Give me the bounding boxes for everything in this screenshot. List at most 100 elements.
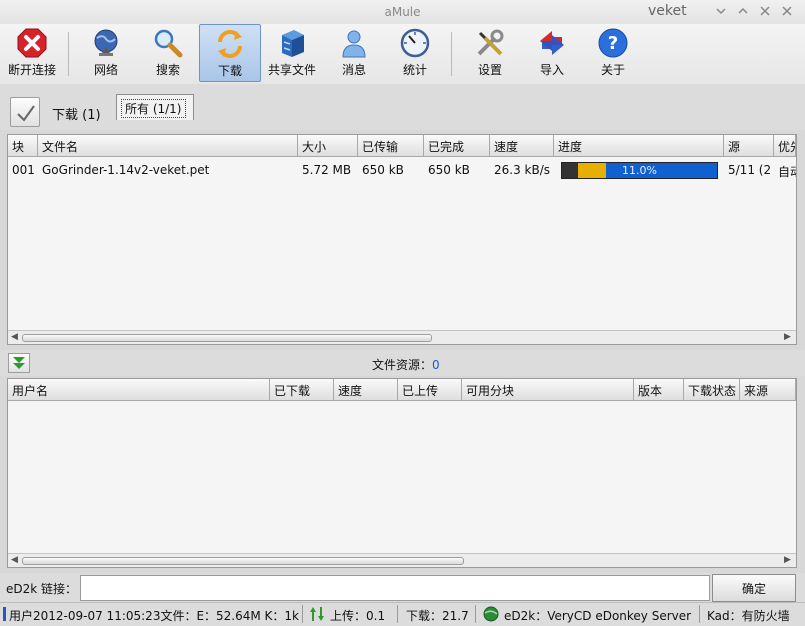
- col-completed[interactable]: 已完成: [424, 135, 490, 157]
- toolbar-about-button[interactable]: ? 关于: [583, 24, 643, 82]
- toolbar-label: 关于: [600, 63, 625, 77]
- server-globe-icon: [483, 606, 499, 625]
- downloads-scroll-thumb[interactable]: [22, 334, 432, 342]
- col-filename[interactable]: 文件名: [38, 135, 298, 157]
- toolbar-network-button[interactable]: 网络: [76, 24, 136, 82]
- sources-bar: 文件资源：0: [0, 350, 805, 376]
- col-download-state[interactable]: 下载状态: [684, 379, 740, 401]
- col-progress[interactable]: 进度: [554, 135, 724, 157]
- downloads-count-label: 下载 (1): [52, 108, 101, 123]
- minimize-button[interactable]: [716, 5, 726, 19]
- svg-text:?: ?: [608, 33, 618, 54]
- col-available-parts[interactable]: 可用分块: [462, 379, 634, 401]
- messages-person-icon: [342, 30, 366, 58]
- col-speed[interactable]: 速度: [490, 135, 554, 157]
- scroll-right-icon[interactable]: ▶: [784, 555, 791, 565]
- tab-all[interactable]: 所有 (1/1): [116, 94, 194, 120]
- sources-label: 文件资源：0: [372, 358, 440, 372]
- cell-sources: 5/11 (2: [728, 163, 772, 177]
- status-upload: 上传：0.1: [330, 609, 386, 623]
- toolbar-search-button[interactable]: 搜索: [138, 24, 198, 82]
- restore-icon: [738, 7, 748, 14]
- status-server[interactable]: eD2k：VeryCD eDonkey Server: [504, 607, 691, 624]
- status-download: 下载：21.7: [406, 609, 469, 623]
- col-transferred[interactable]: 已传输: [358, 135, 424, 157]
- cell-completed: 650 kB: [428, 163, 470, 177]
- cell-priority: 自动: [778, 165, 796, 179]
- main-toolbar: 断开连接 网络 搜索 下载 共享文件 消息 统计 设置 导入 ? 关于: [0, 24, 805, 84]
- toolbar-settings-button[interactable]: 设置: [459, 24, 521, 82]
- scroll-left-icon[interactable]: ◀: [11, 555, 18, 565]
- status-divider: [302, 605, 303, 623]
- toolbar-label: 设置: [477, 63, 502, 77]
- col-origin[interactable]: 来源: [740, 379, 796, 401]
- download-row[interactable]: 001 GoGrinder-1.14v2-veket.pet 5.72 MB 6…: [8, 160, 796, 180]
- col-version[interactable]: 版本: [634, 379, 684, 401]
- about-question-icon: ?: [598, 28, 628, 58]
- col-source-speed[interactable]: 速度: [334, 379, 398, 401]
- network-globe-icon: [94, 29, 118, 56]
- col-part[interactable]: 块: [8, 135, 38, 157]
- maximize-button[interactable]: [760, 5, 770, 19]
- toolbar-label: 导入: [539, 63, 564, 77]
- status-divider: [397, 605, 398, 623]
- ed2k-ok-button[interactable]: 确定: [712, 574, 796, 602]
- col-downloaded[interactable]: 已下载: [270, 379, 334, 401]
- col-uploaded[interactable]: 已上传: [398, 379, 462, 401]
- tab-all-label: 所有 (1/1): [121, 99, 186, 118]
- close-icon: [782, 6, 792, 16]
- sources-table: 用户名 已下载 速度 已上传 可用分块 版本 下载状态 来源 ◀ ▶: [7, 378, 797, 568]
- progress-text: 11.0%: [622, 164, 657, 177]
- col-sources[interactable]: 源: [724, 135, 774, 157]
- settings-tools-icon: [477, 29, 504, 56]
- restore-button[interactable]: [738, 5, 748, 19]
- toolbar-shared-files-button[interactable]: 共享文件: [262, 24, 322, 82]
- downloads-hscrollbar[interactable]: ◀ ▶: [8, 330, 796, 344]
- close-button[interactable]: [782, 5, 792, 19]
- status-divider: [699, 605, 700, 623]
- download-tabs-row: 下载 (1) 所有 (1/1): [0, 84, 805, 130]
- cell-speed: 26.3 kB/s: [494, 163, 551, 177]
- cell-filename: GoGrinder-1.14v2-veket.pet: [42, 163, 210, 177]
- sources-hscrollbar[interactable]: ◀ ▶: [8, 553, 796, 567]
- sources-count: 0: [432, 358, 440, 372]
- status-kad[interactable]: Kad：有防火墙: [707, 607, 790, 624]
- toolbar-disconnect-button[interactable]: 断开连接: [2, 24, 62, 82]
- toolbar-label: 共享文件: [267, 63, 316, 77]
- status-bar: 用户2012-09-07 11:05:23文件：E：52.64M K：1k 上传…: [0, 602, 805, 626]
- toolbar-import-button[interactable]: 导入: [521, 24, 583, 82]
- cell-part: 001: [12, 163, 35, 177]
- cell-transferred: 650 kB: [362, 163, 404, 177]
- sources-scroll-thumb[interactable]: [22, 557, 464, 565]
- toolbar-statistics-button[interactable]: 统计: [385, 24, 445, 82]
- status-divider: [475, 605, 476, 623]
- disconnect-icon: [17, 28, 47, 58]
- toolbar-label: 网络: [93, 63, 118, 77]
- col-username[interactable]: 用户名: [8, 379, 270, 401]
- download-check-button[interactable]: [10, 97, 40, 127]
- download-progress-bar: 11.0%: [561, 162, 718, 179]
- col-priority[interactable]: 优先: [774, 135, 796, 157]
- sources-toggle-button[interactable]: [8, 353, 30, 373]
- import-arrows-icon: [540, 31, 564, 55]
- title-bar: aMule veket: [0, 0, 805, 24]
- toolbar-downloads-button[interactable]: 下载: [199, 24, 261, 82]
- maximize-icon: [760, 6, 770, 16]
- toolbar-separator: [68, 32, 69, 76]
- status-log[interactable]: 用户2012-09-07 11:05:23文件：E：52.64M K：1k: [9, 607, 299, 624]
- toolbar-separator: [451, 32, 452, 76]
- download-arrows-icon: [218, 30, 242, 58]
- double-chevron-down-icon: [13, 357, 25, 369]
- statistics-gauge-icon: [400, 28, 430, 58]
- scroll-left-icon[interactable]: ◀: [11, 332, 18, 342]
- checkmark-icon: [17, 105, 35, 122]
- search-magnifier-icon: [154, 29, 183, 58]
- scroll-right-icon[interactable]: ▶: [784, 332, 791, 342]
- transfer-arrows-icon: [310, 606, 324, 625]
- toolbar-label: 消息: [341, 63, 366, 77]
- window-user: veket: [648, 3, 687, 19]
- toolbar-messages-button[interactable]: 消息: [324, 24, 384, 82]
- ed2k-link-input[interactable]: [80, 575, 710, 601]
- col-size[interactable]: 大小: [298, 135, 358, 157]
- ed2k-label: eD2k 链接：: [6, 582, 78, 596]
